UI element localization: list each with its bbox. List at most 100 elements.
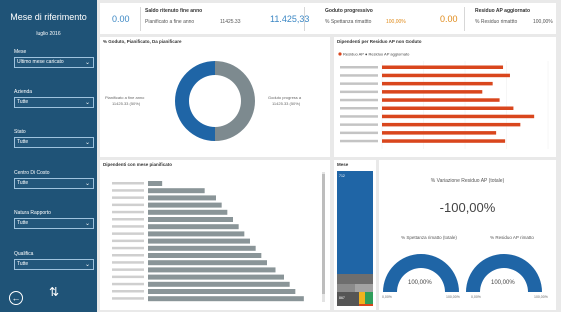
filter-label-qualifica: Qualifica — [14, 251, 34, 257]
filter-select-centro-di-costo[interactable]: Tutte ⌄ — [14, 178, 94, 189]
gauge-2-max: 100,00% — [534, 295, 548, 299]
pianificato-bar — [148, 289, 296, 294]
filter-label-stato: Stato — [14, 129, 26, 135]
residuo-bar — [382, 106, 514, 110]
kpi-subvalue-residuo: 100,00% — [533, 19, 553, 25]
filter-select-qualifica[interactable]: Tutte ⌄ — [14, 259, 94, 270]
treemap-tile-5-label: 867 — [339, 296, 345, 300]
treemap-tile-2[interactable] — [337, 274, 373, 284]
kpi-title-residuo: Residuo AP aggiornato — [475, 8, 531, 14]
variation-value: -100,00% — [439, 200, 496, 215]
gauge-1-value: 100,00% — [408, 280, 432, 286]
back-arrow-icon[interactable]: ← — [9, 291, 23, 305]
filter-select-mese[interactable]: Ultimo mese caricato ⌄ — [14, 57, 94, 68]
residuo-bar — [382, 81, 493, 86]
mese-treemap-title: Mese — [337, 162, 349, 167]
kpi-label-pianificato: Pianificato a fine anno — [145, 19, 195, 25]
donut-panel: % Goduto, Pianificato, Da pianificare Pi… — [100, 37, 330, 157]
residuo-bar — [382, 139, 506, 143]
treemap-chart: 712 867 — [337, 171, 373, 306]
swap-arrows-icon[interactable]: ⇅ — [49, 285, 67, 299]
treemap-tile-7[interactable] — [365, 292, 373, 306]
row-label-placeholder — [340, 107, 378, 110]
residuo-bar — [382, 122, 521, 127]
residuo-bar — [382, 73, 510, 78]
gauge-1-arc — [383, 254, 459, 292]
pianificato-bars — [112, 181, 304, 302]
kpi-title-saldo-ferie: Saldo ritenuto fine anno — [145, 8, 203, 14]
scrollbar-thumb[interactable] — [322, 174, 325, 294]
residuo-bar — [382, 98, 500, 102]
residuo-panel-title: Dipendenti per Residuo AP non Goduto — [337, 39, 422, 44]
filter-select-azienda[interactable]: Tutte ⌄ — [14, 97, 94, 108]
pianificato-bar — [148, 231, 245, 237]
treemap-tile-1[interactable] — [337, 171, 373, 274]
legend-swatch-residuo-ap — [338, 52, 342, 56]
residuo-bar — [382, 131, 497, 135]
row-label-placeholder — [112, 268, 144, 271]
row-label-placeholder — [112, 261, 144, 264]
row-label-placeholder — [340, 74, 378, 77]
row-label-placeholder — [112, 254, 144, 257]
pianificato-bar — [148, 209, 228, 215]
donut-slices — [175, 61, 255, 141]
residuo-bars — [340, 61, 549, 149]
row-label-placeholder — [112, 225, 144, 228]
pianificato-bar — [148, 202, 222, 208]
pianificato-bar — [148, 296, 304, 302]
treemap-tile-8[interactable] — [359, 304, 373, 306]
donut-panel-title: % Goduto, Pianificato, Da pianificare — [103, 39, 182, 44]
residuo-bar — [382, 114, 535, 119]
chevron-down-icon: ⌄ — [84, 60, 90, 66]
gauge-2-arc — [466, 254, 542, 292]
residuo-chart: Residuo AP ● Residuo AP aggiornato — [338, 52, 549, 149]
row-label-placeholder — [112, 246, 144, 250]
row-label-placeholder — [112, 182, 144, 185]
residuo-panel: Dipendenti per Residuo AP non Goduto Res… — [334, 37, 556, 157]
donut-label-left-2: 11425.33 (50%) — [112, 101, 141, 106]
row-label-placeholder — [112, 290, 144, 293]
gauge-2-value: 100,00% — [491, 280, 515, 286]
pianificato-bar — [148, 224, 239, 230]
kpi-value-1: 0.00 — [112, 14, 130, 24]
pianificato-bar — [148, 253, 262, 258]
row-label-placeholder — [112, 239, 144, 243]
mese-pianificato-title: Dipendenti con mese pianificato — [103, 162, 173, 167]
treemap-tile-3[interactable] — [337, 284, 355, 292]
pianificato-bar — [148, 217, 233, 222]
row-label-placeholder — [112, 196, 144, 199]
kpi-subvalue-spettanza: 100,00% — [386, 19, 406, 25]
row-label-placeholder — [112, 203, 144, 207]
pianificato-bar — [148, 281, 290, 287]
legend-text: Residuo AP ● Residuo AP aggiornato — [343, 52, 410, 57]
pianificato-bar — [148, 267, 276, 273]
treemap-tile-1-label: 712 — [339, 174, 345, 178]
row-label-placeholder — [112, 210, 144, 214]
pianificato-bar — [148, 238, 250, 244]
treemap-tile-4[interactable] — [355, 284, 373, 292]
row-label-placeholder — [340, 123, 378, 126]
donut-chart: Pianificato a fine anno 11425.33 (50%) G… — [105, 61, 302, 141]
chevron-down-icon: ⌄ — [84, 262, 90, 268]
filter-select-stato[interactable]: Tutte ⌄ — [14, 137, 94, 148]
filter-select-natura-rapporto[interactable]: Tutte ⌄ — [14, 218, 94, 229]
row-label-placeholder — [340, 98, 378, 102]
filter-label-natura-rapporto: Natura Rapporto — [14, 210, 51, 216]
treemap-tile-6[interactable] — [359, 292, 365, 306]
sidebar-title: Mese di riferimento — [10, 12, 87, 22]
gauge-1-title: % Spettanza rimatto (totale) — [401, 235, 457, 240]
row-label-placeholder — [340, 66, 378, 69]
divider — [304, 7, 305, 31]
pianificato-bar — [148, 195, 216, 201]
row-label-placeholder — [340, 82, 378, 85]
row-label-placeholder — [340, 131, 378, 135]
pianificato-bar — [148, 181, 163, 186]
row-label-placeholder — [340, 115, 378, 118]
filter-label-azienda: Azienda — [14, 89, 33, 95]
filter-label-centro-di-costo: Centro Di Costo — [14, 170, 50, 176]
pianificato-bar — [148, 274, 284, 280]
residuo-bar — [382, 65, 504, 69]
kpi-value-goduto: 0.00 — [440, 14, 458, 24]
row-label-placeholder — [340, 139, 378, 143]
residuo-bar — [382, 90, 483, 94]
